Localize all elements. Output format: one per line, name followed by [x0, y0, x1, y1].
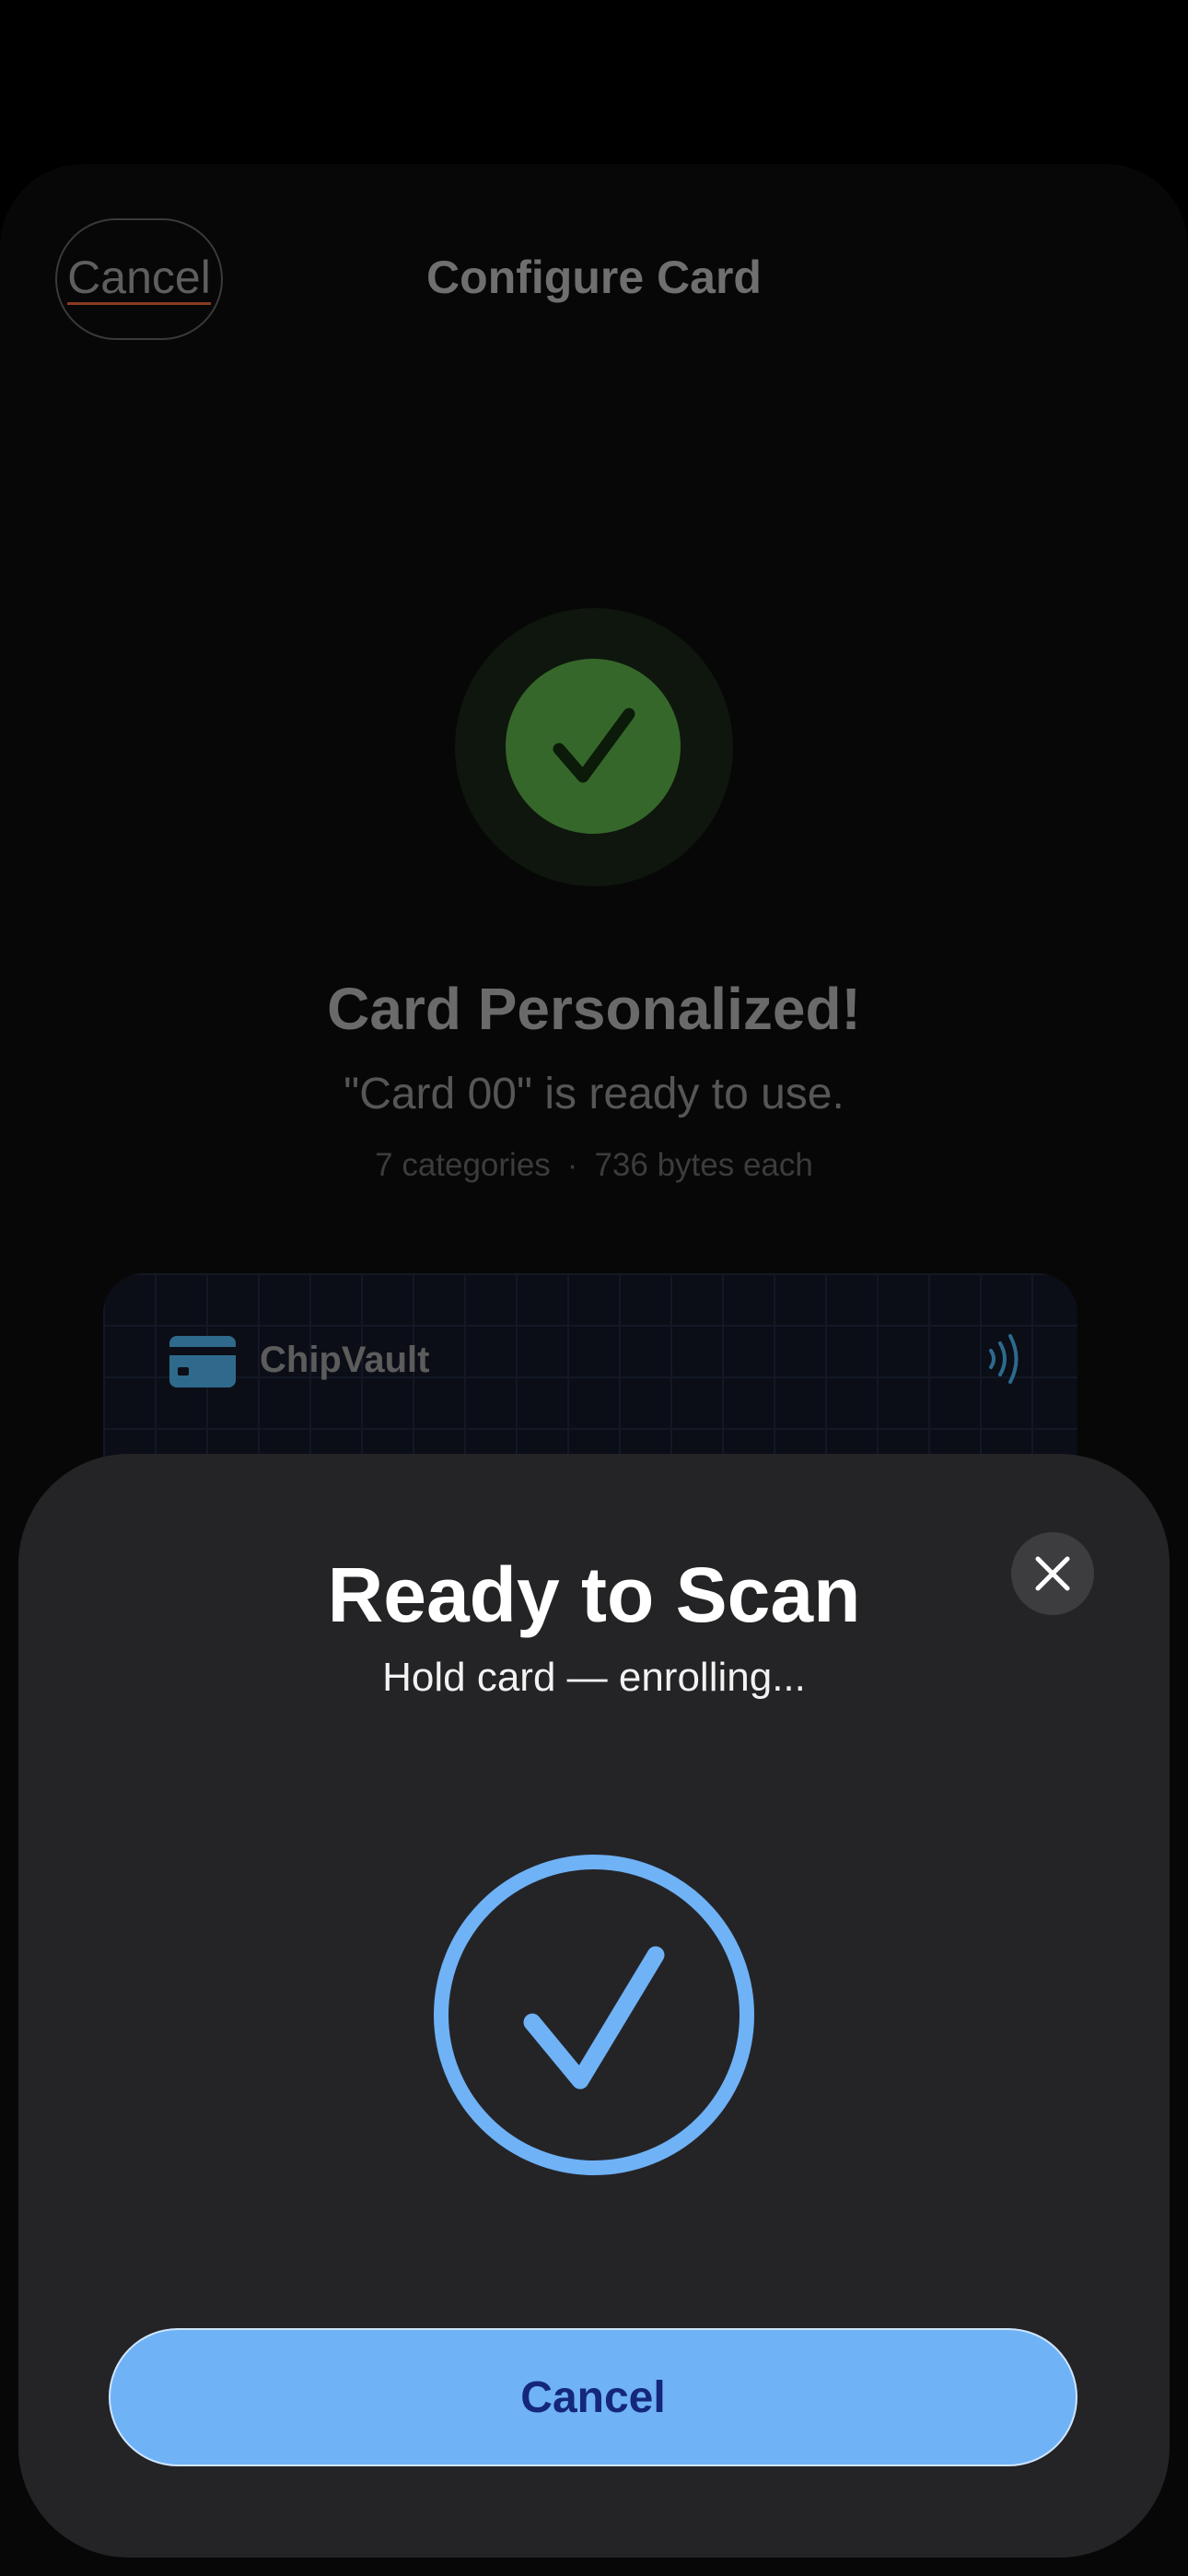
credit-card-icon [169, 1336, 236, 1388]
bytes-size: 736 bytes each [594, 1147, 813, 1183]
checkmark-icon [553, 708, 635, 783]
page-title: Configure Card [426, 252, 762, 303]
categories-count: 7 categories [375, 1147, 551, 1183]
success-heading: Card Personalized! [327, 976, 861, 1042]
success-subtitle: "Card 00" is ready to use. [344, 1070, 844, 1118]
scan-subtitle: Hold card — enrolling... [382, 1655, 806, 1700]
contactless-icon [989, 1334, 1019, 1384]
scan-title: Ready to Scan [327, 1551, 861, 1638]
cancel-button[interactable]: Cancel [109, 2328, 1077, 2466]
meta-separator: · [566, 1147, 578, 1183]
success-badge [506, 659, 681, 834]
checkmark-circle-icon [434, 1855, 754, 2175]
card-brand: ChipVault [260, 1340, 430, 1380]
card-meta: 7 categories · 736 bytes each [0, 1147, 1188, 1184]
